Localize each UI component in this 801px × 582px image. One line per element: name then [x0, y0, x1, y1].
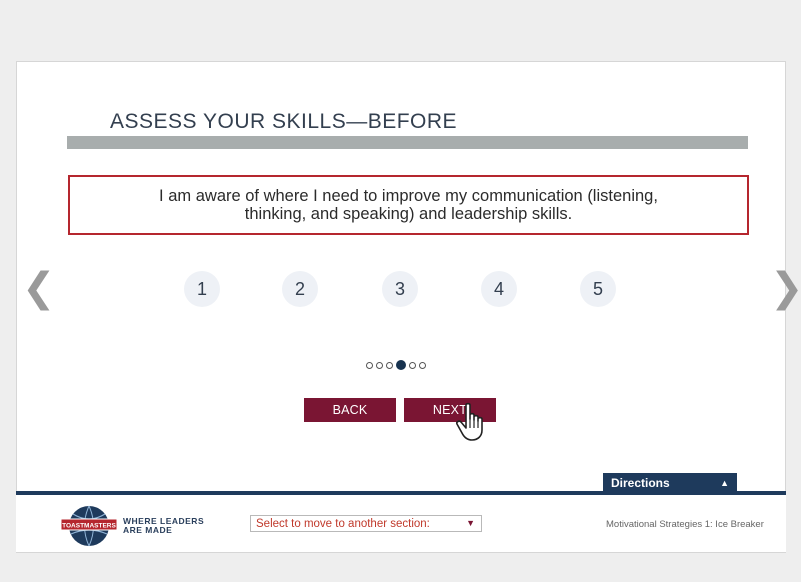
rating-option-4[interactable]: 4: [481, 271, 517, 307]
statement-box: I am aware of where I need to improve my…: [68, 175, 749, 235]
triangle-down-icon: ▼: [466, 518, 475, 528]
progress-dot: [396, 360, 406, 370]
progress-dot: [386, 361, 393, 369]
logo-text: TOASTMASTERS: [62, 523, 116, 530]
rating-option-2[interactable]: 2: [282, 271, 318, 307]
chevron-up-icon: ▲: [720, 477, 729, 488]
section-select[interactable]: Select to move to another section: ▼: [250, 515, 482, 532]
progress-dot: [376, 361, 383, 369]
next-slide-arrow[interactable]: ❯: [770, 268, 801, 308]
rating-option-3[interactable]: 3: [382, 271, 418, 307]
rating-option-5[interactable]: 5: [580, 271, 616, 307]
tagline: WHERE LEADERS ARE MADE: [123, 517, 204, 535]
progress-dot: [409, 361, 416, 369]
prev-slide-arrow[interactable]: ❮: [22, 268, 56, 308]
progress-dot: [366, 361, 373, 369]
toastmasters-logo: TOASTMASTERS: [60, 505, 118, 547]
directions-label: Directions: [611, 475, 670, 490]
hand-pointer-icon: [456, 402, 483, 441]
rating-option-1[interactable]: 1: [184, 271, 220, 307]
page-title: ASSESS YOUR SKILLS—BEFORE: [110, 110, 458, 133]
statement-text: I am aware of where I need to improve my…: [159, 187, 658, 223]
section-select-value: Select to move to another section:: [256, 517, 430, 530]
back-button[interactable]: BACK: [304, 398, 396, 422]
course-label: Motivational Strategies 1: Ice Breaker: [606, 519, 764, 530]
tagline-line-2: ARE MADE: [123, 525, 173, 535]
progress-dots: [366, 360, 426, 370]
directions-toggle[interactable]: Directions ▲: [603, 473, 737, 492]
title-underline-bar: [67, 136, 748, 149]
progress-dot: [419, 361, 426, 369]
